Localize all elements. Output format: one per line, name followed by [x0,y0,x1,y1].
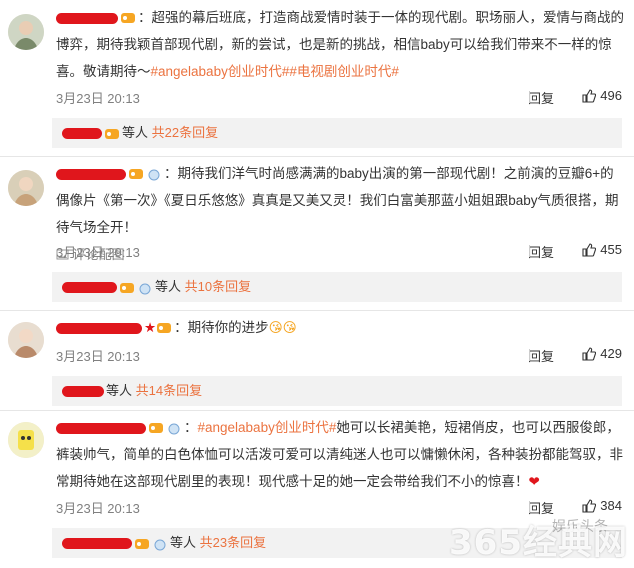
like-count: 384 [600,498,622,513]
like-button[interactable]: 455 [582,242,622,257]
like-button[interactable]: 496 [582,88,622,103]
timestamp: 3月23日 20:13 [56,501,140,516]
vip-badge-icon [148,421,164,435]
redacted-username[interactable] [56,168,126,180]
timestamp: 3月23日 20:13 [56,91,140,106]
star-icon: ★ [144,320,157,335]
avatar[interactable] [8,422,44,458]
emoji-icon: 😘😘 [268,320,297,335]
like-button[interactable]: 384 [582,498,622,513]
medal-icon [137,281,153,295]
redacted-username[interactable] [56,322,142,334]
divider [529,91,530,103]
vip-badge-icon [156,321,172,335]
topic-tag[interactable]: #angelababy创业时代# [151,64,290,79]
avatar[interactable] [8,14,44,50]
redacted-username[interactable] [56,12,118,24]
comment-meta: 3月23日 20:13 回复 496 [56,88,622,108]
vip-badge-icon [134,537,150,551]
divider [0,156,634,157]
medal-icon [152,537,168,551]
like-count: 496 [600,88,622,103]
avatar[interactable] [8,170,44,206]
divider [529,245,530,257]
watermark: 365经典网 [449,523,628,563]
heart-icon: ❤ [528,474,540,489]
medal-icon [146,167,162,181]
vip-badge-icon [104,127,120,141]
timestamp: 3月23日 20:13 [56,245,140,260]
topic-tag[interactable]: #电视剧创业时代# [289,64,399,79]
redacted-username [62,128,102,140]
redacted-username [62,538,132,550]
comment-text: ：超强的幕后班底，打造商战爱情时装于一体的现代剧。职场丽人，爱情与商战的博弈，期… [56,10,624,79]
like-count: 429 [600,346,622,361]
reply-count[interactable]: 共23条回复 [200,535,266,550]
reply-button[interactable]: 回复 [528,346,554,365]
redacted-username [62,282,117,294]
topic-tag[interactable]: #angelababy创业时代# [198,420,337,435]
divider [0,310,634,311]
reply-summary[interactable]: 等人 共14条回复 [52,376,622,406]
comment-text: ★ ：期待你的进步😘😘 [56,314,626,341]
vip-badge-icon [120,11,136,25]
like-button[interactable]: 429 [582,346,622,361]
thumbs-up-icon [582,242,597,257]
thumbs-up-icon [582,346,597,361]
reply-count[interactable]: 共22条回复 [152,125,218,140]
redacted-username[interactable] [56,422,146,434]
thumbs-up-icon [582,498,597,513]
like-count: 455 [600,242,622,257]
medal-icon [166,421,182,435]
divider [0,410,634,411]
comment-meta: 3月23日 20:13 回复 429 [56,346,622,366]
reply-count[interactable]: 共14条回复 [136,383,202,398]
redacted-username [62,386,104,398]
reply-button[interactable]: 回复 [528,242,554,261]
thumbs-up-icon [582,88,597,103]
vip-badge-icon [128,167,144,181]
comment-meta: 3月23日 20:13 回复 455 [56,242,622,262]
divider [529,349,530,361]
timestamp: 3月23日 20:13 [56,349,140,364]
divider [529,501,530,513]
reply-count[interactable]: 共10条回复 [185,279,251,294]
reply-button[interactable]: 回复 [528,88,554,107]
vip-badge-icon [119,281,135,295]
comment-text: ：#angelababy创业时代#她可以长裙美艳，短裙俏皮，也可以西服俊郎，裤装… [56,420,623,489]
avatar[interactable] [8,322,44,358]
reply-summary[interactable]: 等人 共10条回复 [52,272,622,302]
reply-summary[interactable]: 等人 共22条回复 [52,118,622,148]
